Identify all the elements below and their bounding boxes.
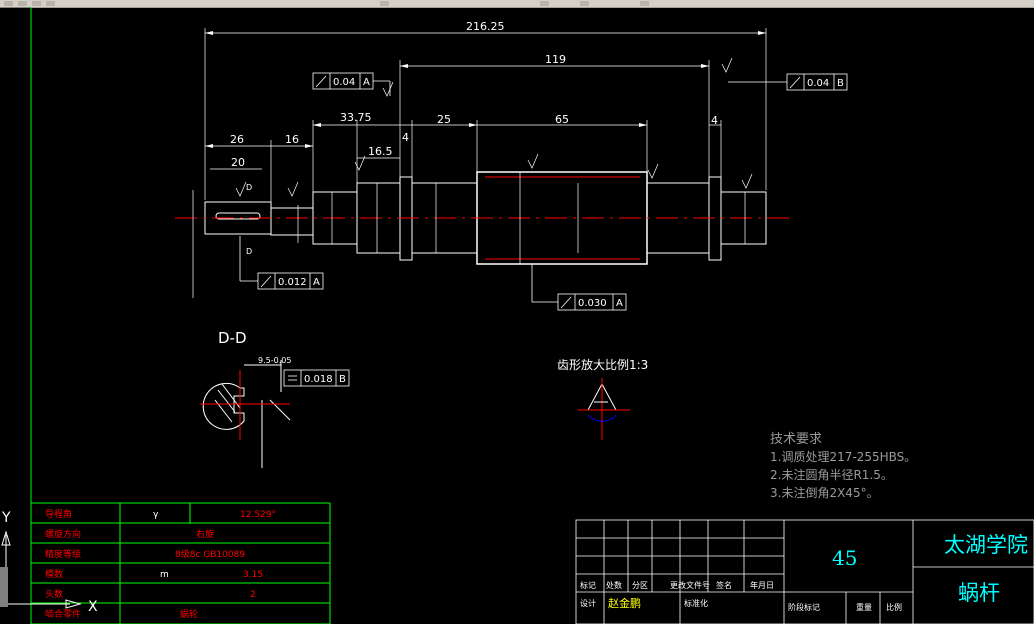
toolbar-button[interactable]	[46, 1, 55, 6]
dimension-lines	[204, 28, 767, 208]
tb-header: 签名	[716, 580, 732, 590]
tol-1-value: 0.04	[333, 77, 355, 88]
tb-header: 更改文件号	[670, 580, 710, 590]
ucs-x-label: X	[88, 599, 98, 615]
dim-26: 26	[230, 133, 244, 146]
dimension-texts: 216.25 119 26 20 16 33.75 4 25 65 4 16.5…	[230, 20, 718, 256]
tech-requirements: 技术要求 1.调质处理217-255HBS。 2.未注圆角半径R1.5。 3.未…	[770, 432, 916, 500]
tb-header: 年月日	[750, 580, 774, 590]
param-sym: m	[160, 570, 169, 580]
tol-5-value: 0.018	[304, 374, 333, 385]
tb-stage-header: 阶段标记	[788, 602, 820, 612]
tb-part-name: 蜗杆	[958, 581, 1000, 605]
tooth-caption: 齿形放大比例1:3	[557, 357, 648, 372]
section-mark-bottom: D	[246, 247, 252, 256]
tech-req-line1: 1.调质处理217-255HBS。	[770, 450, 916, 464]
toolbar-button[interactable]	[32, 1, 41, 6]
tb-material: 45	[832, 546, 857, 570]
tol-5-ref: B	[339, 374, 346, 385]
tolerance-frames	[239, 72, 848, 387]
section-view	[202, 360, 291, 468]
tol-2-ref: B	[837, 78, 844, 89]
toolbar-button[interactable]	[380, 1, 389, 6]
param-value: 右旋	[196, 528, 214, 540]
dim-33-75: 33.75	[340, 111, 372, 124]
tb-designer-label: 设计	[580, 598, 596, 608]
tol-1-ref: A	[363, 77, 370, 88]
dim-16: 16	[285, 133, 299, 146]
tol-3-value: 0.012	[278, 277, 307, 288]
param-value: 2	[250, 590, 256, 600]
toolbar-button[interactable]	[4, 1, 13, 6]
param-label: 模数	[45, 568, 63, 580]
param-label: 啮合零件	[45, 608, 81, 620]
title-block-text: 标记 处数 分区 更改文件号 签名 年月日 设计 赵金鹏 标准化 阶段标记 重量…	[580, 533, 1028, 612]
tol-2-value: 0.04	[807, 78, 829, 89]
tech-req-line3: 3.未注倒角2X45°。	[770, 485, 879, 500]
tol-4-value: 0.030	[578, 298, 607, 309]
tb-designer: 赵金鹏	[608, 596, 641, 610]
tb-header: 处数	[606, 580, 622, 590]
section-mark-top: D	[246, 183, 252, 192]
dim-16-5: 16.5	[368, 145, 393, 158]
tb-header: 分区	[632, 581, 648, 590]
tol-4-ref: A	[616, 298, 623, 309]
dim-4a: 4	[402, 131, 409, 144]
ucs-y-label: Y	[1, 510, 11, 526]
param-label: 精度等级	[45, 548, 81, 560]
tol-3-ref: A	[313, 277, 320, 288]
params-table	[30, 502, 331, 624]
param-sym: γ	[153, 510, 159, 520]
dim-119: 119	[545, 53, 566, 66]
param-value: 12.529°	[240, 510, 276, 520]
section-width-dim: 9.5-0.05	[258, 356, 291, 365]
dim-216-25: 216.25	[466, 20, 505, 33]
tech-req-title: 技术要求	[770, 432, 822, 447]
tb-stage-header: 比例	[886, 602, 902, 612]
param-value: 8级8c GB10089	[175, 548, 245, 560]
param-label: 螺旋方向	[45, 528, 81, 540]
toolbar-button[interactable]	[640, 1, 649, 6]
dim-25: 25	[437, 113, 451, 126]
dim-4b: 4	[711, 114, 718, 127]
param-label: 导程角	[45, 508, 72, 520]
section-label: D-D	[218, 329, 247, 347]
toolbar-button[interactable]	[580, 1, 589, 6]
tb-school: 太湖学院	[944, 533, 1028, 557]
dimension-arrows	[205, 31, 766, 148]
tech-req-line2: 2.未注圆角半径R1.5。	[770, 467, 893, 482]
dim-20: 20	[231, 156, 245, 169]
param-value: 蜗轮	[180, 608, 198, 620]
cad-drawing-canvas[interactable]: 216.25 119 26 20 16 33.75 4 25 65 4 16.5…	[0, 7, 1034, 624]
dim-65: 65	[555, 113, 569, 126]
tb-header: 标记	[580, 580, 596, 590]
tb-standard-label: 标准化	[684, 598, 708, 608]
param-label: 头数	[45, 588, 63, 600]
tooth-profile	[578, 378, 630, 440]
param-value: 3.15	[243, 570, 263, 580]
tb-stage-header: 重量	[856, 602, 872, 612]
toolbar-button[interactable]	[18, 1, 27, 6]
toolbar-button[interactable]	[540, 1, 549, 6]
